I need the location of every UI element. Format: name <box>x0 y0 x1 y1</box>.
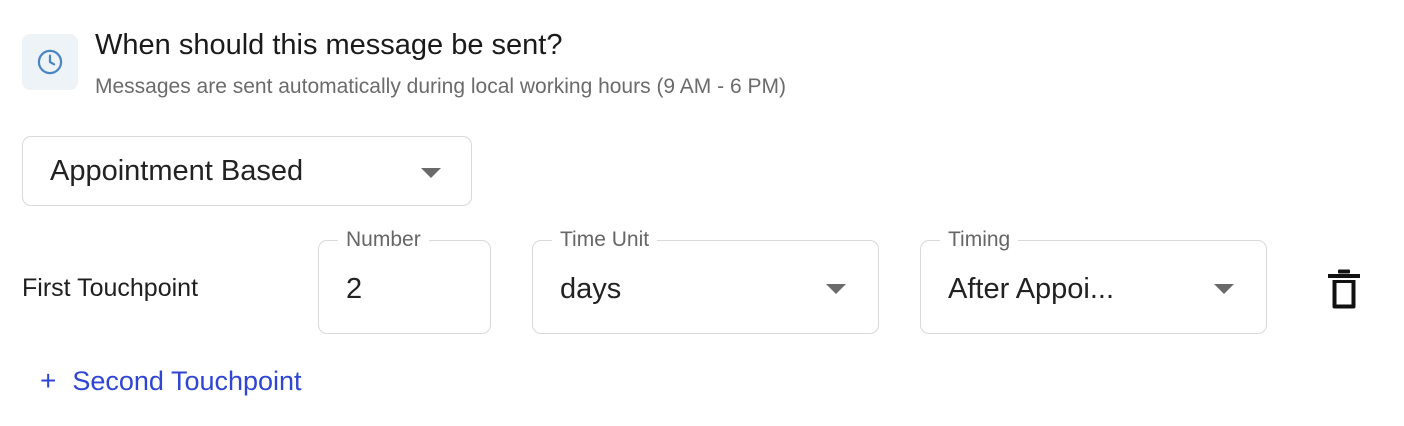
time-unit-field-value: days <box>560 273 622 305</box>
number-input[interactable]: Number 2 <box>318 227 491 334</box>
section-subtitle: Messages are sent automatically during l… <box>95 75 786 98</box>
add-touchpoint-label: Second Touchpoint <box>72 366 302 396</box>
trash-icon <box>1328 269 1360 309</box>
chevron-down-icon <box>826 284 846 294</box>
chevron-down-icon <box>1214 284 1234 294</box>
time-unit-select[interactable]: Time Unit days <box>532 227 879 334</box>
delete-touchpoint-button[interactable] <box>1326 268 1362 310</box>
plus-icon: + <box>40 365 57 396</box>
add-second-touchpoint-button[interactable]: + Second Touchpoint <box>40 364 302 398</box>
clock-icon <box>37 49 63 75</box>
timing-field-value: After Appoi... <box>948 273 1115 305</box>
timing-field-label: Timing <box>940 227 1019 253</box>
schedule-mode-select[interactable]: Appointment Based <box>22 136 472 206</box>
clock-icon-badge <box>22 34 78 90</box>
chevron-down-icon <box>421 168 441 178</box>
schedule-mode-value: Appointment Based <box>50 154 304 187</box>
timing-select[interactable]: Timing After Appoi... <box>920 227 1267 334</box>
time-unit-field-label: Time Unit <box>552 227 658 253</box>
touchpoint-label: First Touchpoint <box>22 274 199 302</box>
number-field-label: Number <box>338 227 429 253</box>
section-title: When should this message be sent? <box>95 29 563 61</box>
number-field-value: 2 <box>346 273 363 305</box>
